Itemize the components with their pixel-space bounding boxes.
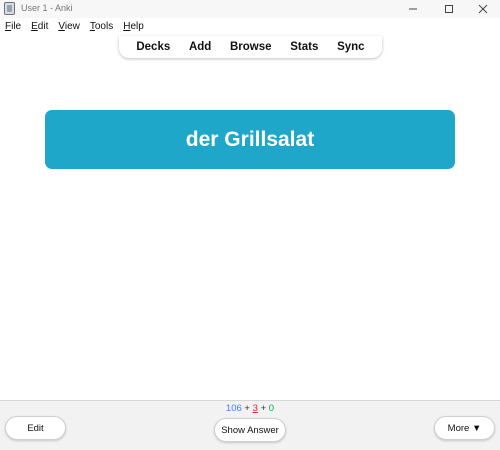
toolbar-decks-link[interactable]: Decks [136,41,170,53]
close-icon [478,4,488,14]
minimize-icon [409,8,417,10]
new-count: 106 [225,403,242,414]
maximize-icon [445,5,453,13]
window-title: User 1 - Anki [21,3,73,13]
card-front: der Grillsalat [45,110,455,169]
main-toolbar: Decks Add Browse Stats Sync [119,36,382,58]
menu-bar: File Edit View Tools Help [0,19,149,35]
count-separator: + [244,403,250,414]
more-button[interactable]: More ▼ [434,416,495,440]
review-count: 0 [268,403,275,414]
toolbar-add-link[interactable]: Add [189,41,211,53]
close-button[interactable] [468,0,498,18]
menu-tools[interactable]: Tools [90,19,113,35]
edit-button[interactable]: Edit [5,416,66,440]
anki-app-icon [4,2,15,15]
maximize-button[interactable] [434,0,464,18]
learn-count: 3 [252,403,258,414]
menu-file[interactable]: File [5,19,21,35]
card-front-text: der Grillsalat [185,127,315,151]
menu-help[interactable]: Help [123,19,144,35]
menu-edit[interactable]: Edit [31,19,48,35]
count-separator: + [260,403,267,414]
show-answer-button[interactable]: Show Answer [214,418,286,442]
minimize-button[interactable] [398,0,428,18]
due-counts: 106 + 3 + 0 [0,403,500,414]
menu-view[interactable]: View [58,19,80,35]
toolbar-sync-link[interactable]: Sync [337,41,365,53]
toolbar-stats-link[interactable]: Stats [290,41,318,53]
title-bar: User 1 - Anki [0,0,500,18]
toolbar-browse-link[interactable]: Browse [230,41,272,53]
